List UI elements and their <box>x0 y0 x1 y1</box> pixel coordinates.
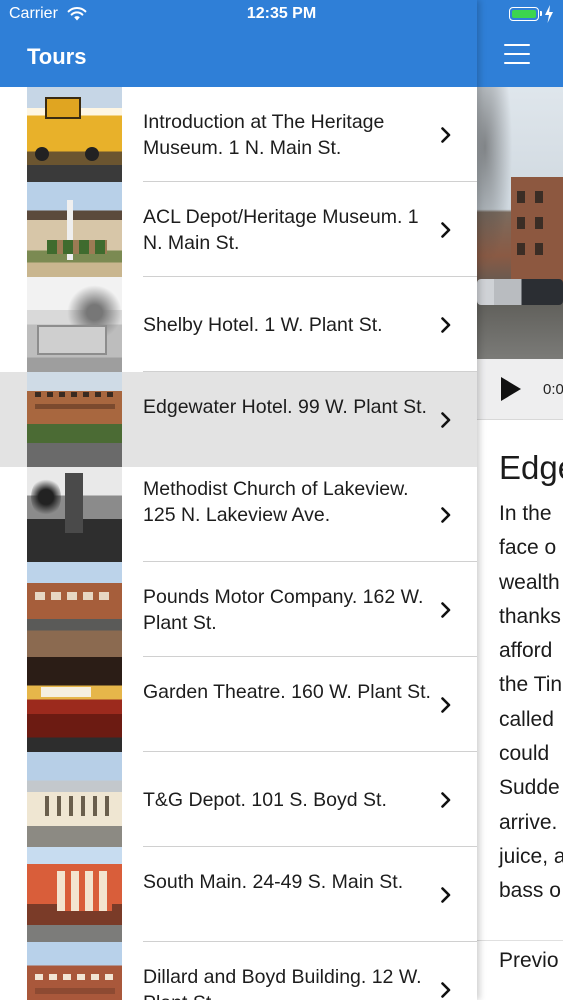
tour-title: Shelby Hotel. 1 W. Plant St. <box>143 314 383 336</box>
tour-list-item[interactable]: Introduction at The Heritage Museum. 1 N… <box>0 87 477 182</box>
tour-thumbnail <box>27 562 122 657</box>
tour-title: Pounds Motor Company. 162 W. Plant St. <box>143 586 424 634</box>
chevron-right-icon <box>441 222 451 238</box>
audio-player: 0:0 <box>477 359 563 420</box>
tour-list-item[interactable]: Edgewater Hotel. 99 W. Plant St. <box>0 372 477 467</box>
chevron-right-icon <box>441 317 451 333</box>
body-text-line: thanks <box>499 604 561 628</box>
status-bar: Carrier 12:35 PM <box>0 0 563 30</box>
tour-thumbnail <box>27 372 122 467</box>
tour-title: T&G Depot. 101 S. Boyd St. <box>143 789 387 811</box>
tour-title: ACL Depot/Heritage Museum. 1 N. Main St. <box>143 206 419 254</box>
tour-thumbnail <box>27 752 122 847</box>
body-text-line: the Tin <box>499 673 563 697</box>
battery-icon <box>509 7 542 21</box>
charging-bolt-icon <box>545 5 553 23</box>
tour-thumbnail <box>27 87 122 182</box>
chevron-right-icon <box>441 127 451 143</box>
clock: 12:35 PM <box>246 5 317 22</box>
page-title: Tours <box>27 44 87 69</box>
play-icon[interactable] <box>501 377 521 401</box>
chevron-right-icon <box>441 887 451 903</box>
detail-title: Edge <box>499 449 563 486</box>
previous-button[interactable]: Previo <box>499 949 559 973</box>
chevron-right-icon <box>441 792 451 808</box>
tour-thumbnail <box>27 467 122 562</box>
tour-thumbnail <box>27 847 122 942</box>
tour-photo <box>477 87 563 359</box>
body-text-line: Sudde <box>499 776 560 800</box>
tour-title: Edgewater Hotel. 99 W. Plant St. <box>143 396 427 418</box>
detail-body-text: In the face o wealth thanks afford the Tin cal… <box>499 497 563 909</box>
tours-side-panel: Tours Introduction at The Heritage Museu… <box>0 0 477 1000</box>
tour-list-item[interactable]: Garden Theatre. 160 W. Plant St. <box>0 657 477 752</box>
chevron-right-icon <box>441 412 451 428</box>
body-text-line: called <box>499 707 554 731</box>
tour-thumbnail <box>27 657 122 752</box>
body-text-line: wealth <box>499 570 560 594</box>
tour-list-item[interactable]: Methodist Church of Lakeview. 125 N. Lak… <box>0 467 477 562</box>
chevron-right-icon <box>441 982 451 998</box>
tour-title: South Main. 24-49 S. Main St. <box>143 871 404 893</box>
chevron-right-icon <box>441 697 451 713</box>
body-text-line: afford <box>499 639 553 663</box>
body-text-line: bass o <box>499 879 561 903</box>
tour-list-item[interactable]: Shelby Hotel. 1 W. Plant St. <box>0 277 477 372</box>
body-text-line: face o <box>499 536 557 560</box>
tour-thumbnail <box>27 182 122 277</box>
tour-title: Dillard and Boyd Building. 12 W. Plant S… <box>143 966 422 1000</box>
body-text-line: juice, a <box>499 844 563 868</box>
tour-thumbnail <box>27 277 122 372</box>
tour-detail-screen: 0:0 Edge In the face o wealth thanks afford t… <box>477 0 563 1000</box>
tour-title: Introduction at The Heritage Museum. 1 N… <box>143 111 385 159</box>
tour-list-item[interactable]: T&G Depot. 101 S. Boyd St. <box>0 752 477 847</box>
chevron-right-icon <box>441 602 451 618</box>
audio-time: 0:0 <box>543 381 563 398</box>
body-text-line: could <box>499 742 550 766</box>
menu-icon[interactable] <box>504 44 532 66</box>
divider <box>477 940 563 941</box>
tour-list-item[interactable]: South Main. 24-49 S. Main St. <box>0 847 477 942</box>
chevron-right-icon <box>441 507 451 523</box>
tour-thumbnail <box>27 942 122 1000</box>
tour-title: Garden Theatre. 160 W. Plant St. <box>143 681 431 703</box>
tour-list-item[interactable]: ACL Depot/Heritage Museum. 1 N. Main St. <box>0 182 477 277</box>
body-text-line: In the <box>499 502 552 525</box>
body-text-line: arrive. <box>499 810 558 834</box>
tour-list-item[interactable]: Pounds Motor Company. 162 W. Plant St. <box>0 562 477 657</box>
tour-title: Methodist Church of Lakeview. 125 N. Lak… <box>143 478 409 526</box>
tour-list-item[interactable]: Dillard and Boyd Building. 12 W. Plant S… <box>0 942 477 1000</box>
